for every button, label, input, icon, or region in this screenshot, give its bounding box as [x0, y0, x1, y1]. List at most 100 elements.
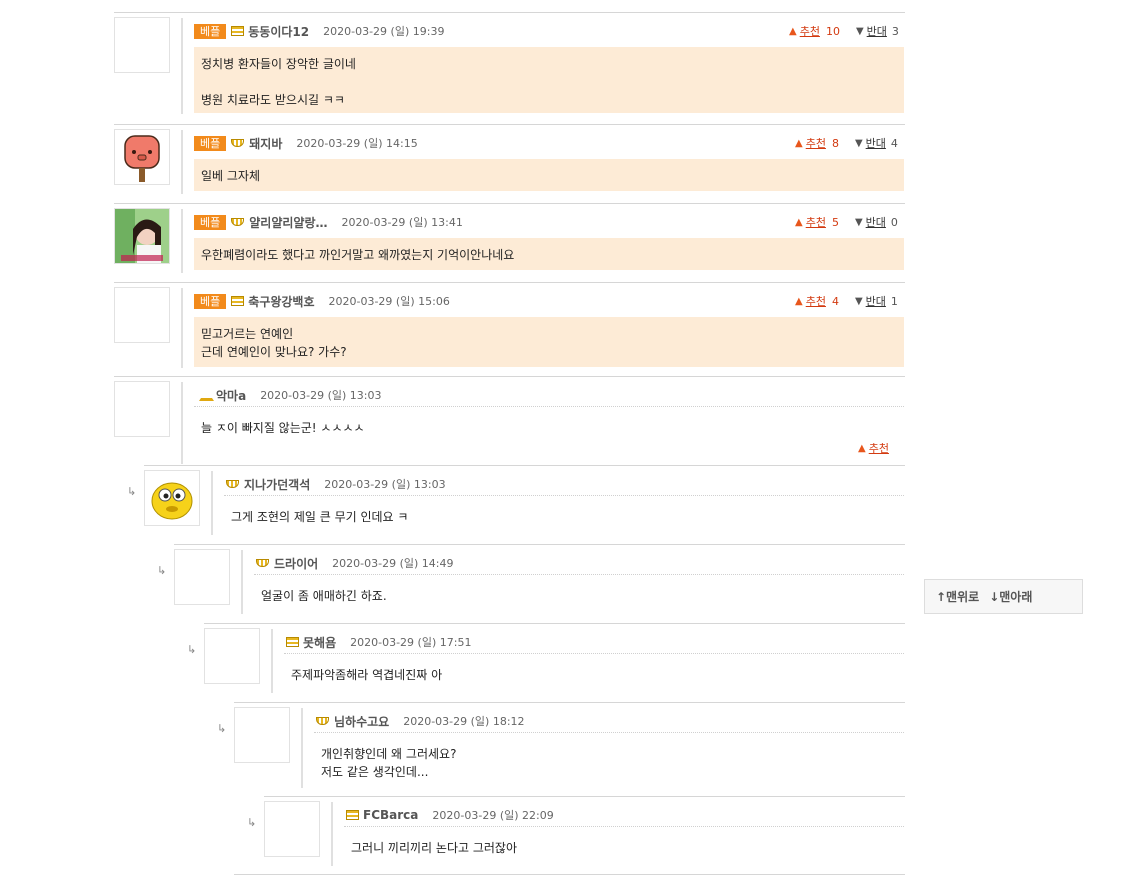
comment-header: 악마a 2020-03-29 (일) 13:03	[198, 385, 382, 405]
thumbs-up-icon: ▲	[789, 25, 797, 37]
divider	[301, 708, 303, 788]
author-name[interactable]: 드라이어	[274, 555, 318, 572]
smiley-avatar-icon	[151, 482, 193, 520]
comment-text: 우한폐렴이라도 했다고 까인거말고 왜까였는지 기억이안나네요	[201, 248, 515, 262]
best-comment: 베플 돼지바 2020-03-29 (일) 14:15 ▲ 추천 8 ▼ 반대 …	[114, 124, 905, 196]
author-name[interactable]: 돼지바	[249, 135, 282, 152]
best-comment: 베플 얄리얄리얄랑… 2020-03-29 (일) 13:41 ▲ 추천 5 ▼…	[114, 203, 905, 275]
comment-text: 주제파악좀해라 역겹네진짜 아	[291, 668, 443, 682]
upvote-button[interactable]: 추천	[806, 293, 826, 309]
reply-arrow-icon: ↳	[187, 643, 197, 656]
scroll-nav: ↑맨위로 ↓맨아래	[924, 579, 1083, 614]
vote-area: ▲ 추천	[858, 440, 895, 456]
author-name[interactable]: 못해욤	[303, 634, 336, 651]
level-icon	[346, 810, 359, 820]
divider	[254, 574, 904, 575]
avatar[interactable]	[144, 470, 200, 526]
upvote-button[interactable]: 추천	[806, 214, 826, 230]
level-icon	[231, 26, 245, 36]
comment-header: 드라이어 2020-03-29 (일) 14:49	[256, 553, 454, 573]
comment-date: 2020-03-29 (일) 22:09	[432, 809, 554, 822]
comment-body: 주제파악좀해라 역겹네진짜 아	[284, 658, 904, 688]
downvote-count: 1	[890, 294, 898, 308]
scroll-bottom-button[interactable]: ↓맨아래	[989, 588, 1032, 605]
comment-date: 2020-03-29 (일) 13:03	[260, 389, 382, 402]
avatar[interactable]	[114, 129, 170, 185]
level-icon	[198, 389, 212, 401]
upvote-count: 10	[825, 24, 840, 38]
avatar[interactable]	[264, 801, 320, 857]
vote-area: ▲ 추천 4 ▼ 반대 1	[795, 291, 898, 311]
best-badge: 베플	[194, 23, 227, 39]
comment-body: 늘 ㅈ이 빠지질 않는군! ㅅㅅㅅㅅ	[194, 411, 904, 441]
comment-header: 베플 돼지바 2020-03-29 (일) 14:15	[194, 133, 418, 153]
comment-date: 2020-03-29 (일) 19:39	[323, 25, 445, 38]
avatar[interactable]	[174, 549, 230, 605]
divider	[211, 471, 213, 535]
level-icon	[231, 296, 245, 306]
thumbs-up-icon: ▲	[795, 137, 803, 149]
popsicle-avatar-icon	[124, 135, 160, 182]
avatar[interactable]	[204, 628, 260, 684]
author-name[interactable]: 지나가던객석	[244, 476, 310, 493]
divider	[181, 288, 183, 368]
upvote-button[interactable]: 추천	[800, 23, 820, 39]
comment-text: 근데 연예인이 맞나요? 가수?	[201, 345, 347, 359]
thumbs-up-icon: ▲	[795, 216, 803, 228]
reply-comment: ↳ 님하수고요 2020-03-29 (일) 18:12 개인취향인데 왜 그러…	[114, 702, 905, 790]
thumbs-down-icon: ▼	[855, 25, 864, 37]
divider	[224, 495, 904, 496]
comment-text: 늘 ㅈ이 빠지질 않는군! ㅅㅅㅅㅅ	[201, 421, 365, 435]
divider	[114, 376, 905, 377]
best-comment: 베플 동동이다12 2020-03-29 (일) 19:39 ▲ 추천 10 ▼…	[114, 12, 905, 116]
comment-text: 병원 치료라도 받으시길 ㅋㅋ	[201, 93, 345, 107]
downvote-button[interactable]: 반대	[866, 135, 886, 151]
comment-text: 그러니 끼리끼리 논다고 그러잖아	[351, 841, 518, 855]
vote-area: ▲ 추천 10 ▼ 반대 3	[789, 21, 899, 41]
downvote-button[interactable]: 반대	[866, 293, 886, 309]
scroll-top-button[interactable]: ↑맨위로	[936, 588, 979, 605]
upvote-count: 8	[831, 136, 839, 150]
author-name[interactable]: 얄리얄리얄랑…	[249, 214, 327, 231]
divider	[344, 826, 904, 827]
avatar[interactable]	[114, 287, 170, 343]
comment-date: 2020-03-29 (일) 14:49	[332, 557, 454, 570]
author-name[interactable]: FCBarca	[363, 808, 418, 822]
divider	[181, 130, 183, 194]
level-icon	[231, 137, 245, 149]
comment-body: 우한폐렴이라도 했다고 까인거말고 왜까였는지 기억이안나네요	[194, 238, 904, 270]
downvote-button[interactable]: 반대	[867, 23, 887, 39]
reply-arrow-icon: ↳	[217, 722, 227, 735]
divider	[181, 382, 183, 464]
author-name[interactable]: 축구왕강백호	[248, 293, 314, 310]
upvote-count: 4	[831, 294, 839, 308]
divider	[204, 623, 905, 624]
reply-arrow-icon: ↳	[157, 564, 167, 577]
author-name[interactable]: 님하수고요	[334, 713, 389, 730]
avatar[interactable]	[114, 381, 170, 437]
divider	[114, 203, 905, 204]
level-icon	[316, 715, 330, 727]
comment-header: 지나가던객석 2020-03-29 (일) 13:03	[226, 474, 446, 494]
comment-text: 저도 같은 생각인데...	[321, 765, 429, 779]
author-name[interactable]: 악마a	[216, 387, 246, 404]
best-badge: 베플	[194, 214, 227, 230]
avatar[interactable]	[114, 208, 170, 264]
author-name[interactable]: 동동이다12	[248, 23, 309, 40]
thumbs-down-icon: ▼	[854, 295, 863, 307]
downvote-count: 3	[891, 24, 899, 38]
comment-header: 베플 동동이다12 2020-03-29 (일) 19:39	[194, 21, 444, 41]
avatar[interactable]	[234, 707, 290, 763]
thumbs-up-icon: ▲	[858, 442, 866, 454]
comment-header: 베플 축구왕강백호 2020-03-29 (일) 15:06	[194, 291, 450, 311]
comment-date: 2020-03-29 (일) 13:41	[341, 216, 463, 229]
reply-comment: ↳ 지나가던객석 2020-03-29 (일) 13:03 그게 조현의 제일 …	[114, 465, 905, 537]
avatar[interactable]	[114, 17, 170, 73]
downvote-button[interactable]: 반대	[866, 214, 886, 230]
upvote-button[interactable]: 추천	[869, 440, 889, 456]
divider	[271, 629, 273, 693]
upvote-button[interactable]: 추천	[806, 135, 826, 151]
downvote-count: 4	[890, 136, 898, 150]
downvote-count: 0	[890, 215, 898, 229]
comment: 악마a 2020-03-29 (일) 13:03 늘 ㅈ이 빠지질 않는군! ㅅ…	[114, 376, 905, 464]
